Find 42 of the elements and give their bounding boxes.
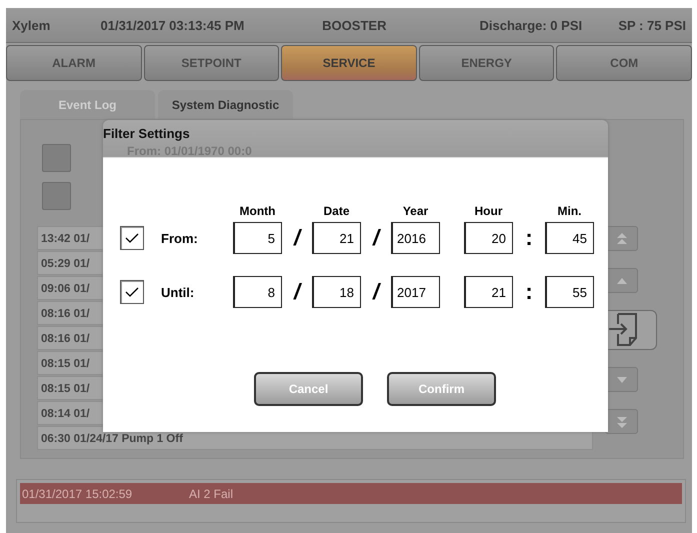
down-icon [616, 376, 626, 382]
date-field[interactable]: 21 [312, 222, 361, 254]
row-label: Until: [160, 284, 196, 300]
check-icon [125, 287, 139, 297]
up-icon [616, 278, 626, 284]
separator: / [371, 225, 382, 251]
minute-field[interactable]: 45 [545, 222, 594, 254]
filter-toggle[interactable] [42, 144, 71, 172]
check-icon [125, 233, 139, 243]
filter-toggle[interactable] [42, 182, 71, 210]
minute-field[interactable]: 55 [545, 276, 594, 308]
mode-label: BOOSTER [321, 18, 388, 32]
page-down-button[interactable] [605, 409, 638, 434]
column-header: Hour [474, 204, 504, 220]
checkbox[interactable] [120, 226, 144, 250]
year-field[interactable]: 2016 [391, 222, 440, 254]
column-header: Year [402, 204, 430, 220]
sub-tab[interactable]: System Diagnostic [158, 90, 293, 119]
hour-field[interactable]: 21 [464, 276, 513, 308]
setpoint-label: SP : 75 PSI [617, 18, 686, 32]
date-field[interactable]: 18 [312, 276, 361, 308]
datetime-label: 01/31/2017 03:13:45 PM [100, 18, 246, 32]
discharge-label: Discharge: 0 PSI [480, 18, 584, 32]
scroll-down-button[interactable] [605, 367, 638, 392]
double-down-icon [616, 416, 626, 428]
alarm-time: 01/31/2017 15:02:59 [21, 486, 134, 500]
column-header: Month [238, 204, 276, 220]
separator: / [292, 225, 303, 251]
double-up-icon [616, 232, 626, 244]
alarm-message: AI 2 Fail [189, 486, 234, 500]
page-up-button[interactable] [605, 226, 638, 251]
column-header: Min. [556, 204, 582, 220]
hour-field[interactable]: 20 [464, 222, 513, 254]
month-field[interactable]: 8 [233, 276, 282, 308]
checkbox[interactable] [120, 280, 144, 304]
scroll-up-button[interactable] [605, 268, 638, 293]
column-header: Date [322, 204, 350, 220]
month-field[interactable]: 5 [233, 222, 282, 254]
row-label: From: [160, 230, 199, 246]
year-field[interactable]: 2017 [391, 276, 440, 308]
brand-label: Xylem [12, 18, 52, 32]
separator: : [524, 225, 534, 251]
